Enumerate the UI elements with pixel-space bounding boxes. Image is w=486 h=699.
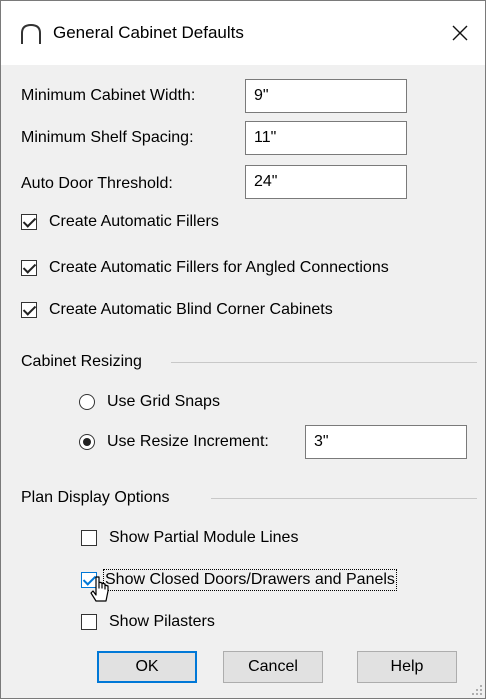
pilasters-checkbox-row[interactable]: Show Pilasters bbox=[81, 613, 215, 631]
pilasters-checkbox[interactable] bbox=[81, 614, 97, 630]
resize-increment-field[interactable]: 3" bbox=[305, 425, 467, 459]
auto-fillers-checkbox-row[interactable]: Create Automatic Fillers bbox=[21, 213, 219, 231]
pilasters-label: Show Pilasters bbox=[109, 613, 215, 630]
resize-grip-icon[interactable] bbox=[471, 684, 483, 696]
auto-door-threshold-label: Auto Door Threshold: bbox=[21, 175, 173, 192]
auto-blind-corner-checkbox[interactable] bbox=[21, 302, 37, 318]
partial-module-lines-label: Show Partial Module Lines bbox=[109, 529, 299, 546]
close-icon bbox=[452, 25, 468, 41]
partial-module-lines-checkbox-row[interactable]: Show Partial Module Lines bbox=[81, 529, 298, 547]
mouse-pointer-icon bbox=[90, 576, 109, 602]
help-button[interactable]: Help bbox=[357, 651, 457, 683]
closed-doors-label: Show Closed Doors/Drawers and Panels bbox=[103, 569, 397, 591]
arch-icon bbox=[21, 23, 41, 44]
resize-increment-label: Use Resize Increment: bbox=[107, 433, 269, 450]
plan-display-group-title: Plan Display Options bbox=[21, 489, 170, 506]
auto-blind-corner-checkbox-row[interactable]: Create Automatic Blind Corner Cabinets bbox=[21, 301, 333, 319]
resize-increment-radio[interactable] bbox=[79, 434, 95, 450]
min-cabinet-width-label: Minimum Cabinet Width: bbox=[21, 87, 196, 104]
grid-snaps-radio-row[interactable]: Use Grid Snaps bbox=[79, 393, 220, 411]
auto-door-threshold-field[interactable]: 24" bbox=[245, 165, 407, 199]
cabinet-resizing-divider bbox=[171, 362, 477, 363]
auto-fillers-angled-checkbox[interactable] bbox=[21, 260, 37, 276]
close-button[interactable] bbox=[435, 1, 485, 65]
auto-fillers-angled-label: Create Automatic Fillers for Angled Conn… bbox=[49, 259, 389, 276]
plan-display-divider bbox=[211, 498, 477, 499]
cabinet-resizing-group-title: Cabinet Resizing bbox=[21, 353, 142, 370]
grid-snaps-radio[interactable] bbox=[79, 394, 95, 410]
auto-fillers-label: Create Automatic Fillers bbox=[49, 213, 219, 230]
auto-fillers-angled-checkbox-row[interactable]: Create Automatic Fillers for Angled Conn… bbox=[21, 259, 389, 277]
auto-blind-corner-label: Create Automatic Blind Corner Cabinets bbox=[49, 301, 333, 318]
min-shelf-spacing-label: Minimum Shelf Spacing: bbox=[21, 129, 194, 146]
partial-module-lines-checkbox[interactable] bbox=[81, 530, 97, 546]
min-cabinet-width-field[interactable]: 9" bbox=[245, 79, 407, 113]
window-title: General Cabinet Defaults bbox=[53, 23, 244, 42]
title-bar: General Cabinet Defaults bbox=[1, 1, 485, 65]
resize-increment-radio-row[interactable]: Use Resize Increment: bbox=[79, 433, 269, 451]
closed-doors-checkbox-row[interactable]: Show Closed Doors/Drawers and Panels bbox=[81, 569, 397, 591]
ok-button[interactable]: OK bbox=[97, 651, 197, 683]
auto-fillers-checkbox[interactable] bbox=[21, 214, 37, 230]
min-shelf-spacing-field[interactable]: 11" bbox=[245, 121, 407, 155]
grid-snaps-label: Use Grid Snaps bbox=[107, 393, 220, 410]
dialog-window: General Cabinet Defaults Minimum Cabinet… bbox=[0, 0, 486, 699]
cancel-button[interactable]: Cancel bbox=[223, 651, 323, 683]
